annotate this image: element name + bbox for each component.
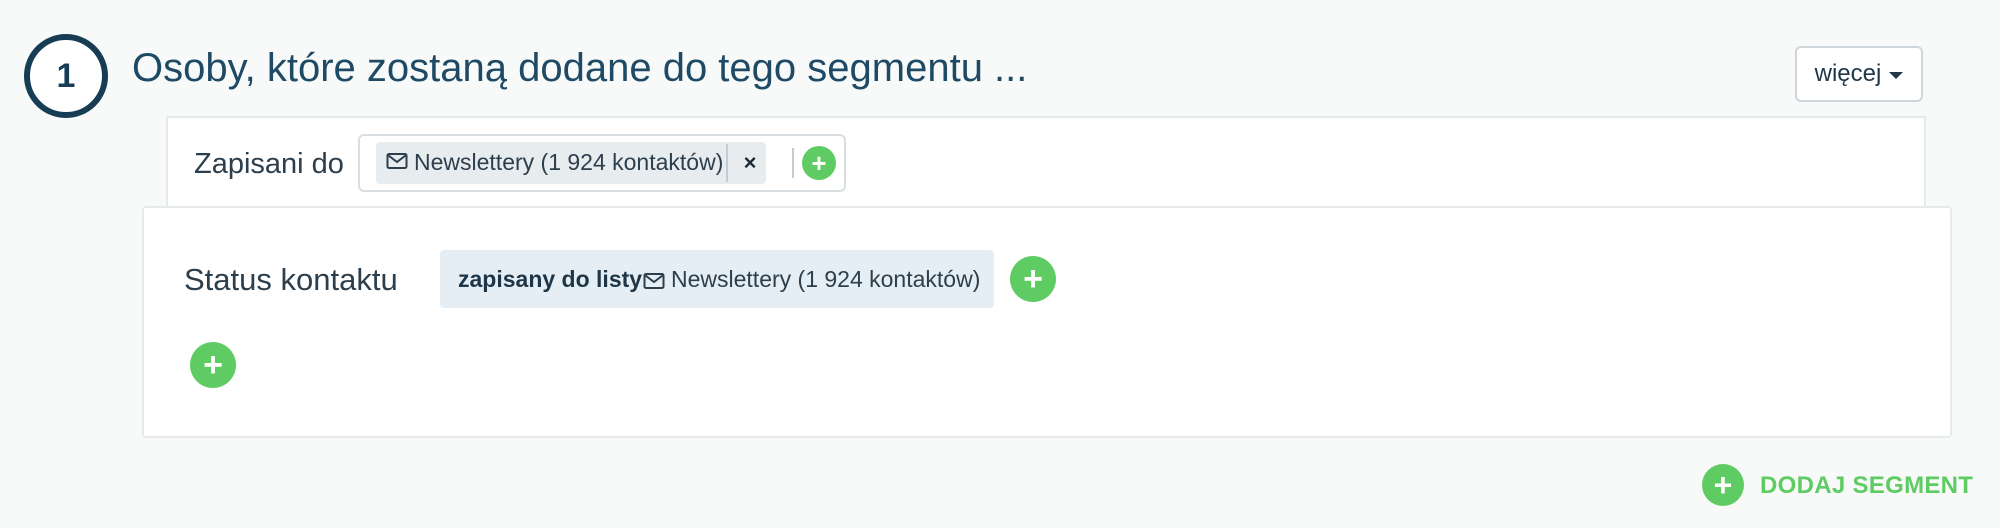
subscribed-to-label: Zapisani do <box>194 148 344 180</box>
add-segment-button[interactable]: + <box>1702 464 1744 506</box>
contact-status-label: Status kontaktu <box>184 262 398 297</box>
conditions-panel <box>142 206 1952 438</box>
add-status-value-button[interactable]: + <box>1010 256 1056 302</box>
status-list-text: Newslettery (1 924 kontaktów) <box>671 266 981 292</box>
caret-down-icon <box>1889 72 1904 79</box>
segment-step-title: Osoby, które zostaną dodane do tego segm… <box>132 46 1028 90</box>
input-divider <box>792 148 794 178</box>
list-chip-label: Newslettery (1 924 kontaktów) <box>414 149 724 175</box>
envelope-icon <box>386 153 408 169</box>
more-dropdown-button[interactable]: więcej <box>1795 46 1923 102</box>
add-condition-button[interactable]: + <box>190 342 236 388</box>
envelope-icon <box>643 273 665 289</box>
more-button-label: więcej <box>1814 60 1882 87</box>
add-list-button[interactable]: + <box>802 146 836 180</box>
plus-icon: + <box>1713 467 1733 503</box>
status-state-text: zapisany do listy <box>458 266 643 292</box>
add-segment-label[interactable]: DODAJ SEGMENT <box>1760 472 1973 500</box>
chip-divider <box>726 144 728 182</box>
remove-chip-icon[interactable]: × <box>738 146 762 180</box>
step-number-badge: 1 <box>24 34 108 118</box>
plus-icon: + <box>203 346 223 384</box>
plus-icon: + <box>1023 260 1043 298</box>
plus-icon: + <box>811 148 827 178</box>
